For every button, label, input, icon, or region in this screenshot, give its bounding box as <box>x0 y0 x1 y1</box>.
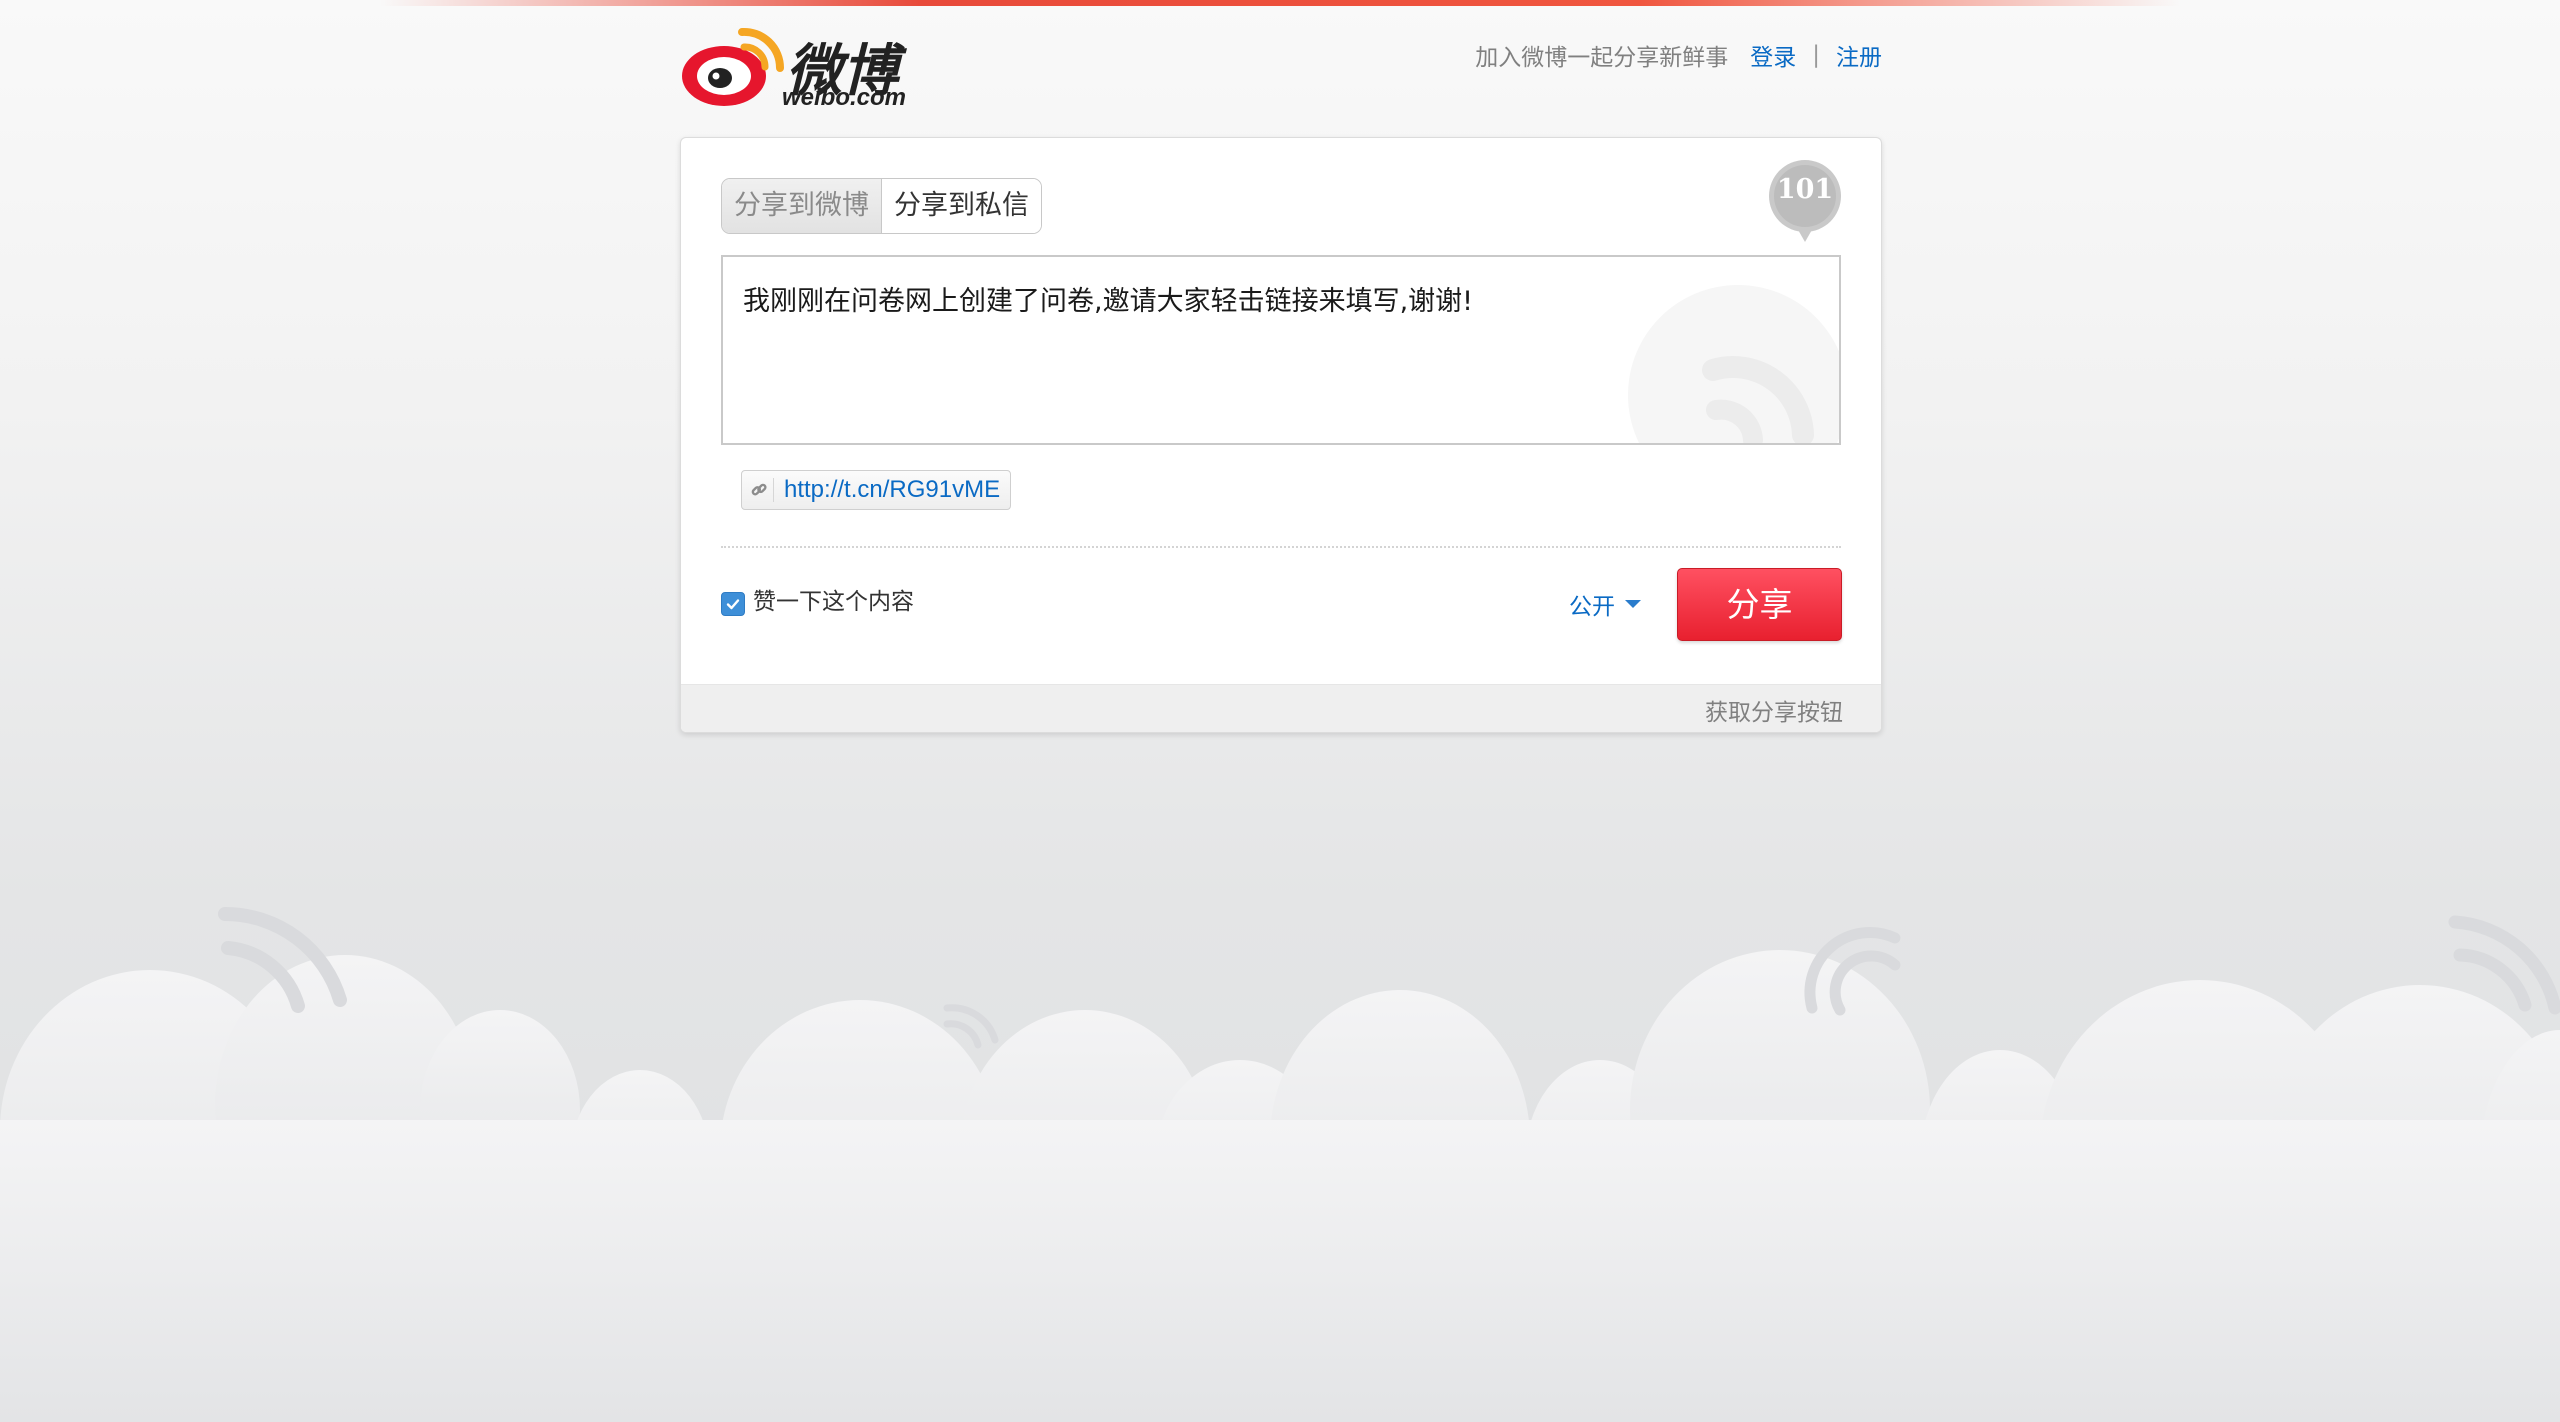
char-count: 101 <box>1776 174 1834 205</box>
top-nav: 加入微博一起分享新鲜事 登录 | 注册 <box>1475 38 1882 72</box>
like-option[interactable]: 赞一下这个内容 <box>721 582 914 616</box>
privacy-selected: 公开 <box>1569 594 1615 620</box>
share-panel: 分享到微博 分享到私信 101 我刚刚在问卷网上创建了问卷,邀请大家轻击链接来填… <box>680 137 1882 733</box>
dotted-divider <box>721 546 1841 548</box>
tagline: 加入微博一起分享新鲜事 <box>1475 45 1729 71</box>
weibo-watermark-icon <box>1628 285 1839 443</box>
message-textarea[interactable]: 我刚刚在问卷网上创建了问卷,邀请大家轻击链接来填写,谢谢! <box>721 255 1841 445</box>
panel-footer: 获取分享按钮 <box>681 684 1881 732</box>
checkmark-icon <box>726 599 740 610</box>
message-text: 我刚刚在问卷网上创建了问卷,邀请大家轻击链接来填写,谢谢! <box>743 286 1473 317</box>
share-tabs: 分享到微博 分享到私信 <box>721 178 1042 234</box>
tab-share-to-weibo[interactable]: 分享到微博 <box>722 179 881 233</box>
site-header: 微博 weibo.com 加入微博一起分享新鲜事 登录 | 注册 <box>680 20 1882 120</box>
tab-share-to-private-message[interactable]: 分享到私信 <box>881 179 1041 233</box>
like-checkbox[interactable] <box>721 592 745 616</box>
caret-down-icon <box>1625 600 1641 608</box>
like-checkbox-label: 赞一下这个内容 <box>753 589 914 615</box>
top-accent-line <box>380 0 2180 6</box>
cloud-background <box>0 907 2560 1422</box>
login-link[interactable]: 登录 <box>1750 38 1796 72</box>
short-link-chip[interactable]: http://t.cn/RG91vME <box>741 470 1012 510</box>
share-button[interactable]: 分享 <box>1677 568 1842 641</box>
get-share-button-link[interactable]: 获取分享按钮 <box>1705 693 1843 727</box>
weibo-logo[interactable]: 微博 weibo.com <box>680 20 940 116</box>
logo-domain: weibo.com <box>782 84 907 111</box>
register-link[interactable]: 注册 <box>1836 38 1882 72</box>
chain-link-icon <box>751 478 774 502</box>
char-counter: 101 <box>1767 160 1843 244</box>
short-link-url[interactable]: http://t.cn/RG91vME <box>784 476 1000 504</box>
privacy-dropdown[interactable]: 公开 <box>1569 584 1641 624</box>
nav-separator: | <box>1812 42 1820 68</box>
